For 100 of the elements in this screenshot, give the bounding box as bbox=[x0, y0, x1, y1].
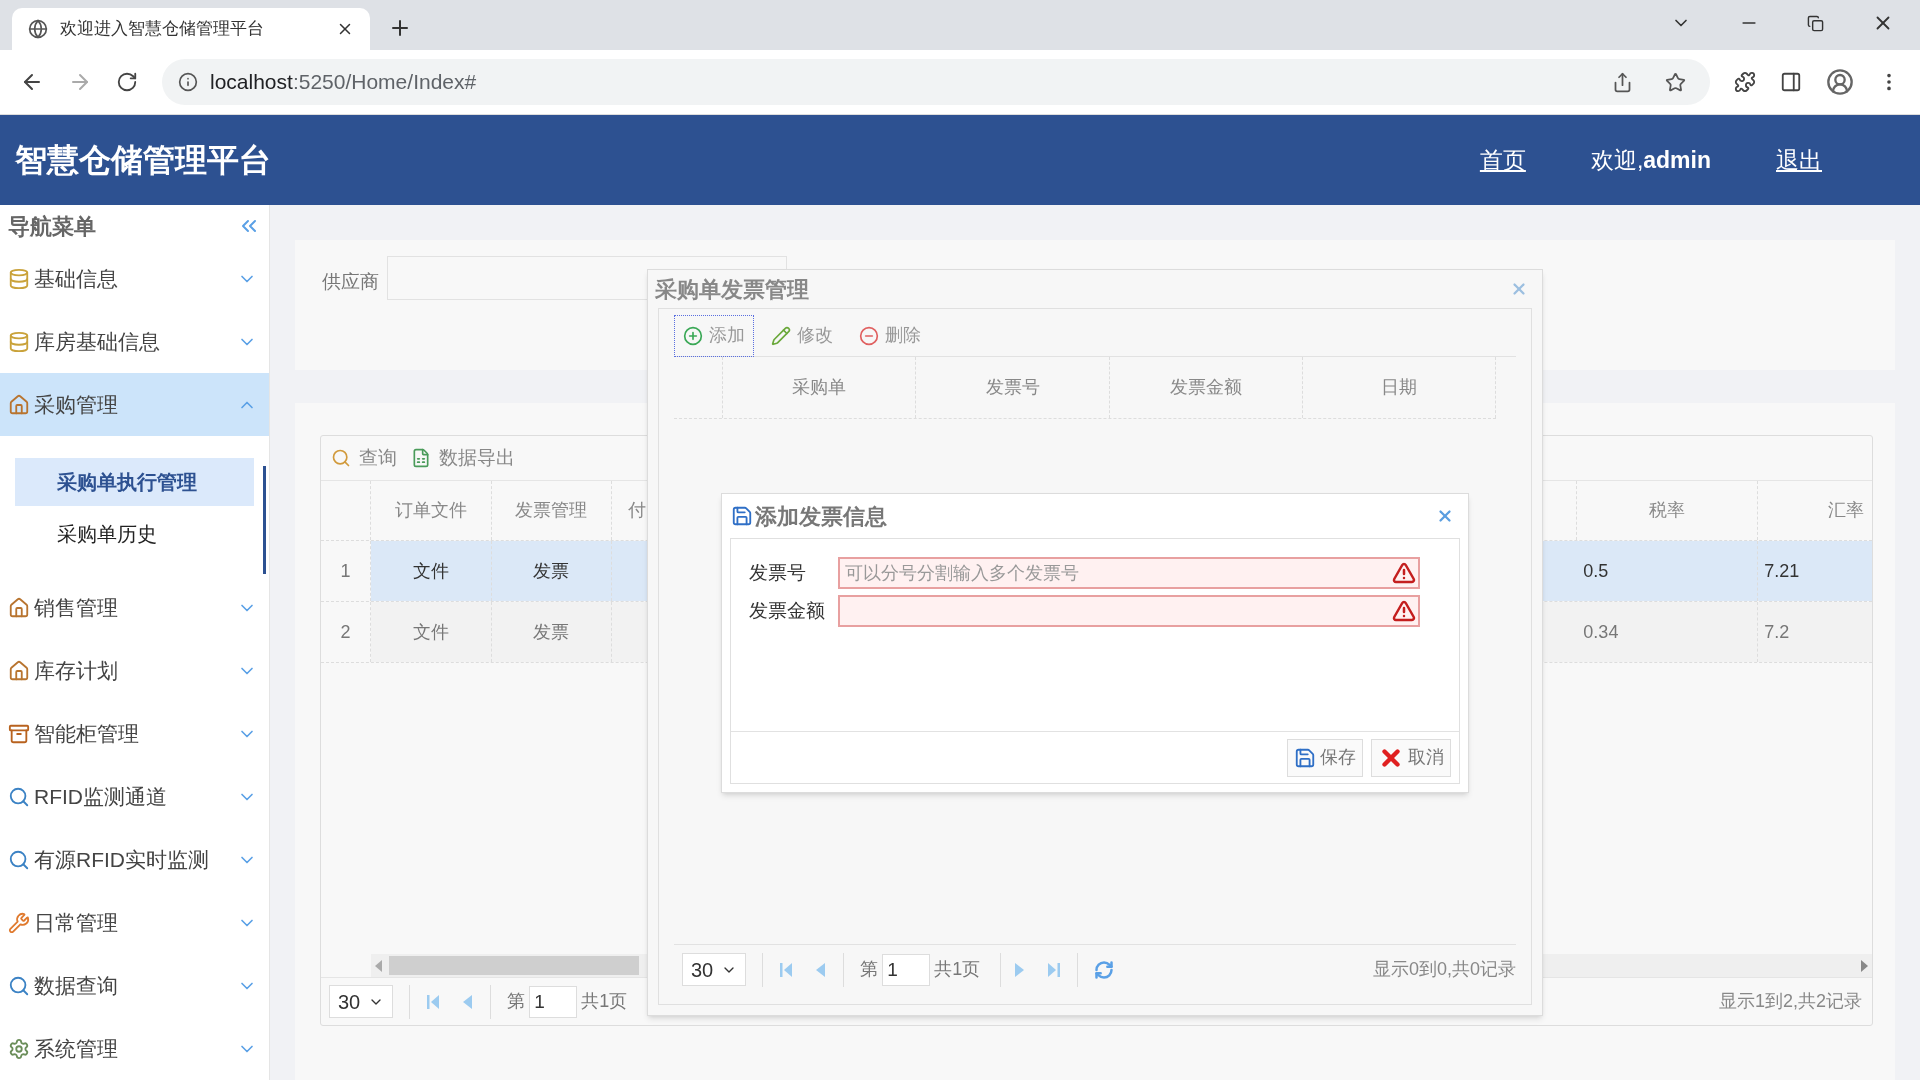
share-icon[interactable] bbox=[1612, 71, 1633, 93]
minus-circle-icon bbox=[859, 325, 879, 346]
info-icon bbox=[178, 72, 198, 92]
menu-label: 日常管理 bbox=[34, 909, 119, 936]
reload-icon[interactable] bbox=[116, 71, 138, 93]
cancel-button[interactable]: 取消 bbox=[1371, 738, 1451, 777]
header-link[interactable]: 退出 bbox=[1776, 142, 1822, 178]
profile-icon[interactable] bbox=[1826, 68, 1854, 96]
spreadsheet-icon bbox=[411, 448, 431, 468]
menu-item[interactable]: 日常管理 bbox=[0, 891, 269, 954]
scrollbar-thumb[interactable] bbox=[263, 466, 266, 574]
menu-item[interactable]: 库存计划 bbox=[0, 639, 269, 702]
column-header: 发票金额 bbox=[1109, 357, 1303, 418]
table-cell: 发票 bbox=[491, 602, 612, 662]
database-icon bbox=[8, 330, 30, 353]
page-size-select[interactable]: 30 bbox=[682, 953, 747, 986]
scroll-right-icon[interactable] bbox=[1860, 959, 1868, 972]
app-title: 智慧仓储管理平台 bbox=[15, 141, 272, 180]
menu-item[interactable]: RFID监测通道 bbox=[0, 765, 269, 828]
table-cell: 7.21 bbox=[1758, 541, 1872, 601]
menu-label: 数据查询 bbox=[34, 972, 119, 999]
menu-label: 库房基础信息 bbox=[34, 328, 161, 355]
save-icon bbox=[731, 505, 753, 527]
warning-icon bbox=[1392, 561, 1416, 585]
table-cell: 0.34 bbox=[1577, 602, 1759, 662]
menu-item[interactable]: 库房基础信息 bbox=[0, 310, 269, 373]
input-field[interactable]: 可以分号分割输入多个发票号 bbox=[838, 557, 1420, 589]
record-summary: 显示0到0,共0记录 bbox=[1372, 958, 1516, 981]
last-page-icon[interactable] bbox=[1047, 960, 1062, 979]
menu-label: 智能柜管理 bbox=[34, 720, 140, 747]
table-cell: 文件 bbox=[370, 541, 492, 601]
welcome-text: 欢迎,admin bbox=[1590, 145, 1711, 175]
column-header: 汇率 bbox=[1827, 499, 1865, 522]
page-size-select[interactable]: 30 bbox=[329, 985, 394, 1018]
scrollbar-thumb[interactable] bbox=[389, 956, 639, 975]
input-field[interactable] bbox=[838, 595, 1420, 627]
menu-label: RFID监测通道 bbox=[34, 783, 168, 810]
menu-label: 采购管理 bbox=[34, 391, 119, 418]
address-field[interactable]: localhost:5250/Home/Index# bbox=[162, 59, 1710, 105]
menu-label: 有源RFID实时监测 bbox=[34, 846, 210, 873]
menu-item[interactable]: 系统管理 bbox=[0, 1017, 269, 1080]
drawer-icon bbox=[8, 722, 30, 745]
submenu-item[interactable]: 采购单执行管理 bbox=[15, 458, 254, 506]
page-total: 共1页 bbox=[581, 990, 628, 1013]
side-panel-icon[interactable] bbox=[1780, 71, 1802, 93]
house-icon bbox=[8, 393, 30, 416]
first-page-icon[interactable] bbox=[779, 960, 794, 979]
column-header: 发票管理 bbox=[491, 481, 612, 540]
menu-label: 销售管理 bbox=[34, 594, 119, 621]
restore-icon[interactable] bbox=[1807, 14, 1824, 32]
house-icon bbox=[8, 596, 30, 619]
wrench-icon bbox=[8, 911, 30, 934]
refresh-icon[interactable] bbox=[1094, 959, 1115, 980]
menu-label: 系统管理 bbox=[34, 1035, 119, 1062]
column-header: 税率 bbox=[1577, 481, 1759, 540]
menu-item[interactable]: 销售管理 bbox=[0, 576, 269, 639]
field-label: 发票金额 bbox=[749, 598, 826, 623]
save-button[interactable]: 保存 bbox=[1287, 738, 1363, 777]
first-page-icon[interactable] bbox=[426, 992, 441, 1011]
column-header: 日期 bbox=[1302, 357, 1496, 418]
page-field[interactable]: 1 bbox=[882, 953, 931, 986]
save-icon bbox=[1294, 746, 1316, 769]
menu-label: 基础信息 bbox=[34, 265, 119, 292]
menu-item[interactable]: 智能柜管理 bbox=[0, 702, 269, 765]
field-label: 发票号 bbox=[749, 560, 807, 585]
dialog-title: 采购单发票管理 bbox=[655, 275, 809, 304]
submenu-item[interactable]: 采购单历史 bbox=[15, 510, 254, 558]
sidebar-title: 导航菜单 bbox=[8, 212, 96, 241]
table-cell: 发票 bbox=[491, 541, 612, 601]
page-label: 第 bbox=[507, 990, 526, 1013]
extensions-icon[interactable] bbox=[1734, 71, 1756, 93]
menu-item[interactable]: 基础信息 bbox=[0, 247, 269, 310]
page-total: 共1页 bbox=[934, 958, 981, 981]
warning-icon bbox=[1392, 599, 1416, 623]
globe-icon bbox=[28, 19, 48, 39]
search-icon bbox=[8, 785, 30, 808]
column-header: 采购单 bbox=[723, 357, 917, 418]
menu-label: 库存计划 bbox=[34, 657, 119, 684]
header-link[interactable]: 首页 bbox=[1479, 142, 1526, 178]
column-header: 订单文件 bbox=[370, 481, 492, 540]
menu-item[interactable]: 采购管理 bbox=[0, 373, 269, 436]
page-label: 第 bbox=[860, 958, 879, 981]
supplier-label: 供应商 bbox=[322, 270, 379, 294]
scroll-left-icon[interactable] bbox=[375, 959, 383, 972]
house-icon bbox=[8, 659, 30, 682]
menu-item[interactable]: 数据查询 bbox=[0, 954, 269, 1017]
search-icon bbox=[8, 848, 30, 871]
tab-title: 欢迎进入智慧仓储管理平台 bbox=[60, 18, 265, 41]
browser-tab[interactable]: 欢迎进入智慧仓储管理平台 bbox=[12, 8, 370, 50]
record-summary: 显示1到2,共2记录 bbox=[1718, 990, 1862, 1013]
pencil-icon bbox=[771, 325, 791, 346]
table-cell: 0.5 bbox=[1577, 541, 1759, 601]
dialog-title: 添加发票信息 bbox=[755, 502, 887, 531]
page-field[interactable]: 1 bbox=[529, 985, 578, 1018]
menu-item[interactable]: 有源RFID实时监测 bbox=[0, 828, 269, 891]
column-header: 发票号 bbox=[916, 357, 1110, 418]
url-host: localhost bbox=[210, 70, 293, 94]
bookmark-star-icon[interactable] bbox=[1665, 71, 1686, 93]
table-cell: 7.2 bbox=[1758, 602, 1872, 662]
search-icon bbox=[8, 974, 30, 997]
